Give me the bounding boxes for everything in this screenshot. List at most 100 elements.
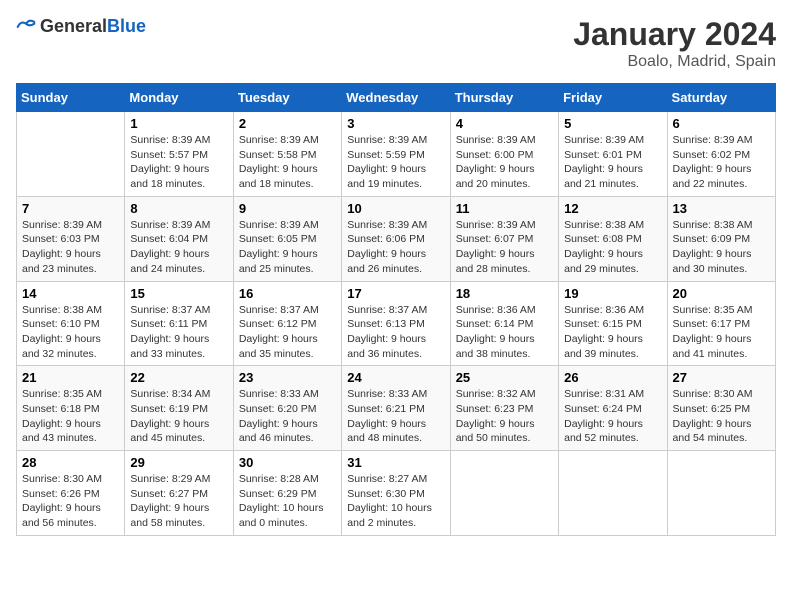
location-title: Boalo, Madrid, Spain [573, 53, 776, 71]
day-info: Sunrise: 8:35 AMSunset: 6:17 PMDaylight:… [673, 303, 770, 362]
calendar-week-row: 28Sunrise: 8:30 AMSunset: 6:26 PMDayligh… [17, 451, 776, 536]
day-info: Sunrise: 8:33 AMSunset: 6:21 PMDaylight:… [347, 387, 444, 446]
logo: GeneralBlue [16, 16, 146, 37]
day-number: 14 [22, 286, 119, 301]
calendar-cell: 13 Sunrise: 8:38 AMSunset: 6:09 PMDayligh… [667, 196, 775, 281]
weekday-header-wednesday: Wednesday [342, 84, 450, 112]
day-number: 11 [456, 201, 553, 216]
calendar-week-row: 21Sunrise: 8:35 AMSunset: 6:18 PMDayligh… [17, 366, 776, 451]
calendar-cell: 5 Sunrise: 8:39 AMSunset: 6:01 PMDaylight… [559, 112, 667, 197]
day-info: Sunrise: 8:37 AMSunset: 6:11 PMDaylight:… [130, 303, 227, 362]
calendar-cell: 30 Sunrise: 8:28 AMSunset: 6:29 PMDayligh… [233, 451, 341, 536]
calendar-cell: 3Sunrise: 8:39 AMSunset: 5:59 PMDaylight… [342, 112, 450, 197]
day-number: 10 [347, 201, 444, 216]
calendar-cell: 21Sunrise: 8:35 AMSunset: 6:18 PMDayligh… [17, 366, 125, 451]
day-info: Sunrise: 8:38 AMSunset: 6:10 PMDaylight:… [22, 303, 119, 362]
day-number: 31 [347, 455, 444, 470]
day-number: 8 [130, 201, 227, 216]
day-number: 12 [564, 201, 661, 216]
day-number: 17 [347, 286, 444, 301]
day-info: Sunrise: 8:39 AMSunset: 6:07 PMDaylight:… [456, 218, 553, 277]
day-info: Sunrise: 8:29 AMSunset: 6:27 PMDaylight:… [130, 472, 227, 531]
title-area: January 2024 Boalo, Madrid, Spain [573, 16, 776, 71]
calendar-cell: 9 Sunrise: 8:39 AMSunset: 6:05 PMDaylight… [233, 196, 341, 281]
day-number: 25 [456, 370, 553, 385]
day-info: Sunrise: 8:27 AMSunset: 6:30 PMDaylight:… [347, 472, 444, 531]
logo-text-general: General [40, 16, 107, 36]
day-number: 1 [130, 116, 227, 131]
day-info: Sunrise: 8:37 AMSunset: 6:13 PMDaylight:… [347, 303, 444, 362]
weekday-header-sunday: Sunday [17, 84, 125, 112]
day-info: Sunrise: 8:39 AMSunset: 6:02 PMDaylight:… [673, 133, 770, 192]
logo-text-blue: Blue [107, 16, 146, 36]
calendar-cell: 19Sunrise: 8:36 AMSunset: 6:15 PMDayligh… [559, 281, 667, 366]
day-info: Sunrise: 8:32 AMSunset: 6:23 PMDaylight:… [456, 387, 553, 446]
day-number: 28 [22, 455, 119, 470]
weekday-header-saturday: Saturday [667, 84, 775, 112]
weekday-header-monday: Monday [125, 84, 233, 112]
day-number: 21 [22, 370, 119, 385]
weekday-header-friday: Friday [559, 84, 667, 112]
calendar-cell: 22 Sunrise: 8:34 AMSunset: 6:19 PMDayligh… [125, 366, 233, 451]
calendar-cell [559, 451, 667, 536]
calendar-cell: 14 Sunrise: 8:38 AMSunset: 6:10 PMDayligh… [17, 281, 125, 366]
calendar-week-row: 7Sunrise: 8:39 AMSunset: 6:03 PMDaylight… [17, 196, 776, 281]
day-number: 16 [239, 286, 336, 301]
day-info: Sunrise: 8:39 AMSunset: 6:00 PMDaylight:… [456, 133, 553, 192]
calendar-cell [17, 112, 125, 197]
day-info: Sunrise: 8:39 AMSunset: 5:58 PMDaylight:… [239, 133, 336, 192]
day-info: Sunrise: 8:39 AMSunset: 6:06 PMDaylight:… [347, 218, 444, 277]
day-number: 29 [130, 455, 227, 470]
calendar-week-row: 14 Sunrise: 8:38 AMSunset: 6:10 PMDayligh… [17, 281, 776, 366]
calendar-week-row: 1 Sunrise: 8:39 AMSunset: 5:57 PMDaylight… [17, 112, 776, 197]
day-info: Sunrise: 8:39 AMSunset: 6:01 PMDaylight:… [564, 133, 661, 192]
day-number: 4 [456, 116, 553, 131]
calendar-cell: 11 Sunrise: 8:39 AMSunset: 6:07 PMDayligh… [450, 196, 558, 281]
day-info: Sunrise: 8:39 AMSunset: 6:05 PMDaylight:… [239, 218, 336, 277]
weekday-header-thursday: Thursday [450, 84, 558, 112]
calendar-cell: 28Sunrise: 8:30 AMSunset: 6:26 PMDayligh… [17, 451, 125, 536]
logo-icon [16, 17, 36, 37]
day-info: Sunrise: 8:39 AMSunset: 6:03 PMDaylight:… [22, 218, 119, 277]
weekday-header-row: SundayMondayTuesdayWednesdayThursdayFrid… [17, 84, 776, 112]
calendar-cell: 16 Sunrise: 8:37 AMSunset: 6:12 PMDayligh… [233, 281, 341, 366]
calendar-cell: 25 Sunrise: 8:32 AMSunset: 6:23 PMDayligh… [450, 366, 558, 451]
calendar-cell [450, 451, 558, 536]
calendar-cell [667, 451, 775, 536]
day-number: 18 [456, 286, 553, 301]
day-info: Sunrise: 8:38 AMSunset: 6:08 PMDaylight:… [564, 218, 661, 277]
day-number: 6 [673, 116, 770, 131]
day-info: Sunrise: 8:31 AMSunset: 6:24 PMDaylight:… [564, 387, 661, 446]
day-info: Sunrise: 8:30 AMSunset: 6:25 PMDaylight:… [673, 387, 770, 446]
calendar-cell: 10 Sunrise: 8:39 AMSunset: 6:06 PMDayligh… [342, 196, 450, 281]
day-info: Sunrise: 8:39 AMSunset: 6:04 PMDaylight:… [130, 218, 227, 277]
calendar-cell: 29 Sunrise: 8:29 AMSunset: 6:27 PMDayligh… [125, 451, 233, 536]
day-number: 30 [239, 455, 336, 470]
day-number: 5 [564, 116, 661, 131]
calendar-cell: 8 Sunrise: 8:39 AMSunset: 6:04 PMDaylight… [125, 196, 233, 281]
calendar-table: SundayMondayTuesdayWednesdayThursdayFrid… [16, 83, 776, 536]
day-info: Sunrise: 8:34 AMSunset: 6:19 PMDaylight:… [130, 387, 227, 446]
calendar-cell: 15 Sunrise: 8:37 AMSunset: 6:11 PMDayligh… [125, 281, 233, 366]
day-info: Sunrise: 8:38 AMSunset: 6:09 PMDaylight:… [673, 218, 770, 277]
day-number: 13 [673, 201, 770, 216]
calendar-cell: 20 Sunrise: 8:35 AMSunset: 6:17 PMDayligh… [667, 281, 775, 366]
day-number: 22 [130, 370, 227, 385]
day-number: 27 [673, 370, 770, 385]
calendar-cell: 1 Sunrise: 8:39 AMSunset: 5:57 PMDaylight… [125, 112, 233, 197]
day-info: Sunrise: 8:28 AMSunset: 6:29 PMDaylight:… [239, 472, 336, 531]
day-number: 24 [347, 370, 444, 385]
calendar-cell: 27 Sunrise: 8:30 AMSunset: 6:25 PMDayligh… [667, 366, 775, 451]
day-number: 9 [239, 201, 336, 216]
day-number: 20 [673, 286, 770, 301]
day-number: 15 [130, 286, 227, 301]
day-info: Sunrise: 8:36 AMSunset: 6:15 PMDaylight:… [564, 303, 661, 362]
calendar-cell: 26Sunrise: 8:31 AMSunset: 6:24 PMDayligh… [559, 366, 667, 451]
calendar-cell: 12 Sunrise: 8:38 AMSunset: 6:08 PMDayligh… [559, 196, 667, 281]
day-number: 2 [239, 116, 336, 131]
day-info: Sunrise: 8:37 AMSunset: 6:12 PMDaylight:… [239, 303, 336, 362]
header: GeneralBlue January 2024 Boalo, Madrid, … [16, 16, 776, 71]
calendar-cell: 23Sunrise: 8:33 AMSunset: 6:20 PMDayligh… [233, 366, 341, 451]
day-info: Sunrise: 8:39 AMSunset: 5:57 PMDaylight:… [130, 133, 227, 192]
weekday-header-tuesday: Tuesday [233, 84, 341, 112]
